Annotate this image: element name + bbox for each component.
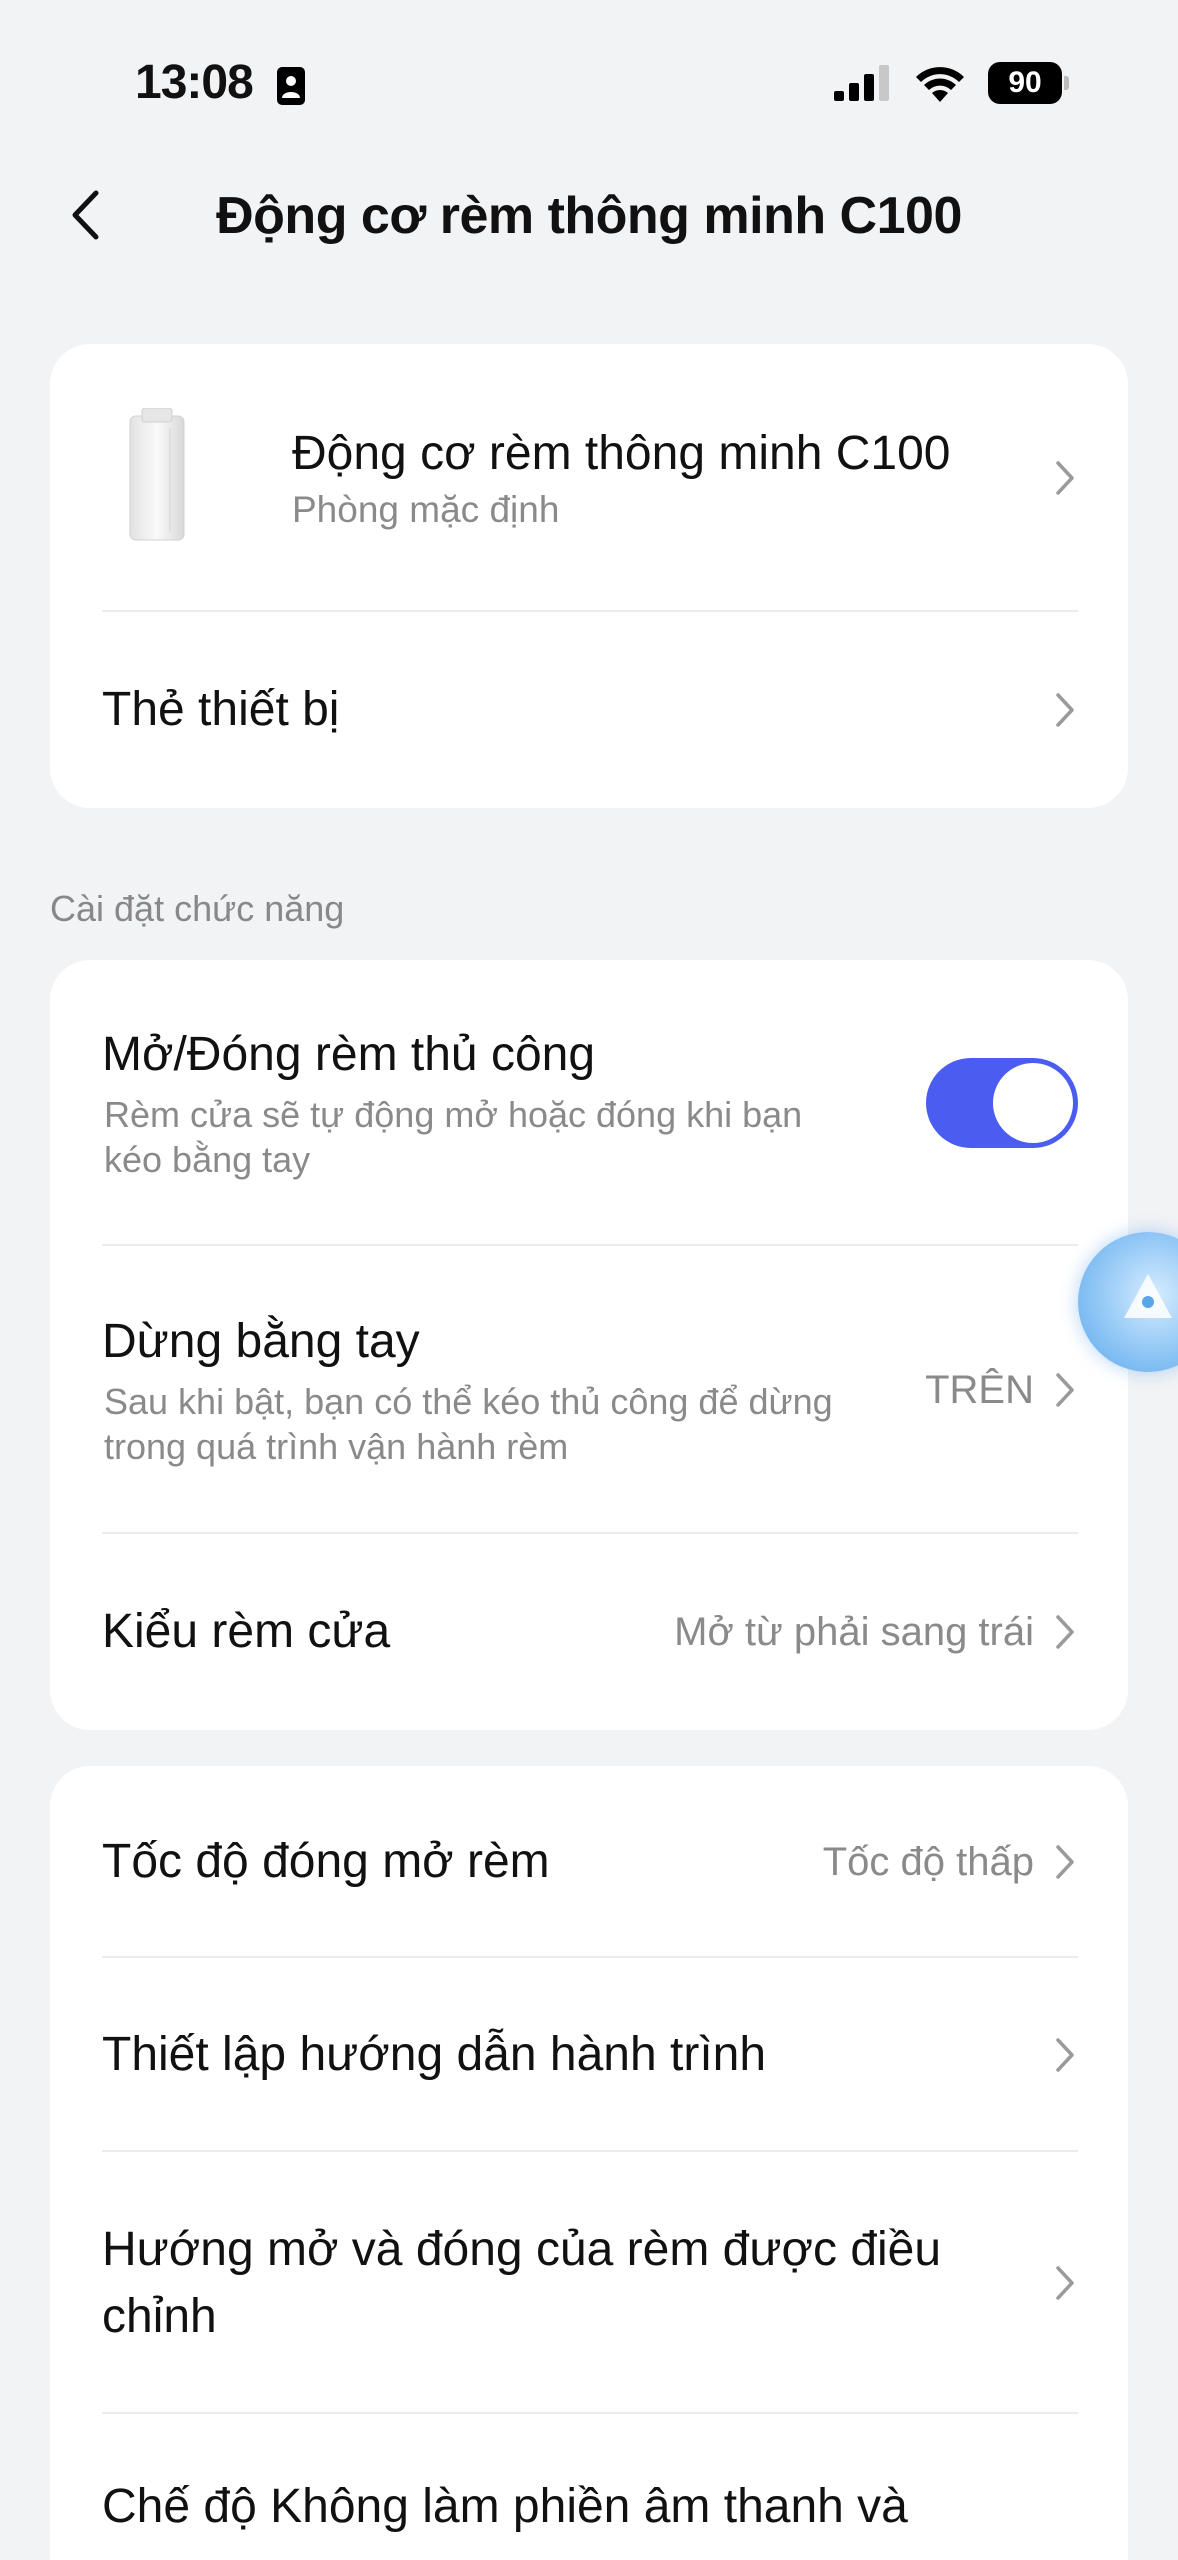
header: Động cơ rèm thông minh C100	[0, 160, 1178, 270]
id-card-icon	[277, 67, 305, 105]
manual-stop-title: Dừng bằng tay	[102, 1314, 420, 1368]
section-label-functions: Cài đặt chức năng	[50, 888, 345, 929]
device-image	[102, 403, 212, 553]
speed-value: Tốc độ thấp	[822, 1839, 1034, 1884]
direction-title: Hướng mở và đóng của rèm được điều chỉnh	[102, 2222, 942, 2343]
device-name: Động cơ rèm thông minh C100	[292, 426, 951, 480]
status-icons: 90	[834, 62, 1070, 104]
curtain-type-value: Mở từ phải sang trái	[674, 1609, 1034, 1654]
manual-open-row: Mở/Đóng rèm thủ công Rèm cửa sẽ tự động …	[50, 960, 1128, 1246]
dnd-row[interactable]: Chế độ Không làm phiền âm thanh và	[50, 2414, 1128, 2560]
device-room: Phòng mặc định	[292, 488, 560, 530]
dnd-title: Chế độ Không làm phiền âm thanh và	[102, 2480, 908, 2533]
device-info-row[interactable]: Động cơ rèm thông minh C100 Phòng mặc đị…	[50, 344, 1128, 612]
manual-stop-desc: Sau khi bật, bạn có thể kéo thủ công để …	[104, 1381, 833, 1468]
status-bar: 13:08 90	[0, 0, 1178, 150]
speed-title: Tốc độ đóng mở rèm	[102, 1834, 550, 1888]
chevron-right-icon	[1052, 1370, 1078, 1410]
battery-icon: 90	[988, 62, 1070, 104]
battery-cap	[1064, 76, 1069, 90]
manual-stop-row[interactable]: Dừng bằng tay Sau khi bật, bạn có thể ké…	[50, 1246, 1128, 1534]
chevron-right-icon	[1052, 690, 1078, 730]
device-tag-row[interactable]: Thẻ thiết bị	[50, 612, 1128, 808]
speed-row[interactable]: Tốc độ đóng mở rèm Tốc độ thấp	[50, 1766, 1128, 1958]
travel-guide-text: Thiết lập hướng dẫn hành trình	[102, 2024, 1052, 2086]
page: 13:08 90 Động cơ rèm thông minh C100 Độn…	[0, 0, 1178, 2560]
manual-open-text: Mở/Đóng rèm thủ công Rèm cửa sẽ tự động …	[102, 1024, 896, 1182]
chevron-right-icon	[1052, 1842, 1078, 1882]
manual-open-title: Mở/Đóng rèm thủ công	[102, 1027, 596, 1081]
settings-card: Tốc độ đóng mở rèm Tốc độ thấp Thiết lập…	[50, 1766, 1128, 2560]
manual-stop-value: TRÊN	[925, 1367, 1034, 1412]
battery-level: 90	[988, 62, 1062, 104]
manual-stop-text: Dừng bằng tay Sau khi bật, bạn có thể ké…	[102, 1311, 925, 1469]
device-card: Động cơ rèm thông minh C100 Phòng mặc đị…	[50, 344, 1128, 808]
toggle-knob	[993, 1063, 1073, 1143]
device-text: Động cơ rèm thông minh C100 Phòng mặc đị…	[292, 426, 1052, 531]
wifi-icon	[916, 67, 964, 102]
function-settings-card: Mở/Đóng rèm thủ công Rèm cửa sẽ tự động …	[50, 960, 1128, 1730]
curtain-type-row[interactable]: Kiểu rèm cửa Mở từ phải sang trái	[50, 1534, 1128, 1730]
assistant-icon	[1124, 1274, 1172, 1318]
travel-guide-title: Thiết lập hướng dẫn hành trình	[102, 2027, 767, 2081]
device-tag-text: Thẻ thiết bị	[102, 679, 1052, 741]
dnd-text: Chế độ Không làm phiền âm thanh và	[102, 2476, 1078, 2538]
direction-text: Hướng mở và đóng của rèm được điều chỉnh	[102, 2216, 1052, 2350]
direction-row[interactable]: Hướng mở và đóng của rèm được điều chỉnh	[50, 2152, 1128, 2414]
manual-open-toggle[interactable]	[926, 1058, 1078, 1148]
page-title: Động cơ rèm thông minh C100	[216, 187, 962, 245]
signal-icon	[834, 65, 889, 101]
chevron-right-icon	[1052, 2263, 1078, 2303]
travel-guide-row[interactable]: Thiết lập hướng dẫn hành trình	[50, 1958, 1128, 2152]
speed-text: Tốc độ đóng mở rèm	[102, 1831, 823, 1893]
manual-open-desc: Rèm cửa sẽ tự động mở hoặc đóng khi bạn …	[104, 1094, 803, 1181]
chevron-right-icon	[1052, 458, 1078, 498]
status-time: 13:08	[135, 56, 254, 109]
device-tag-label: Thẻ thiết bị	[102, 682, 340, 736]
curtain-type-text: Kiểu rèm cửa	[102, 1601, 674, 1663]
chevron-right-icon	[1052, 1612, 1078, 1652]
chevron-right-icon	[1052, 2035, 1078, 2075]
curtain-type-title: Kiểu rèm cửa	[102, 1604, 391, 1658]
